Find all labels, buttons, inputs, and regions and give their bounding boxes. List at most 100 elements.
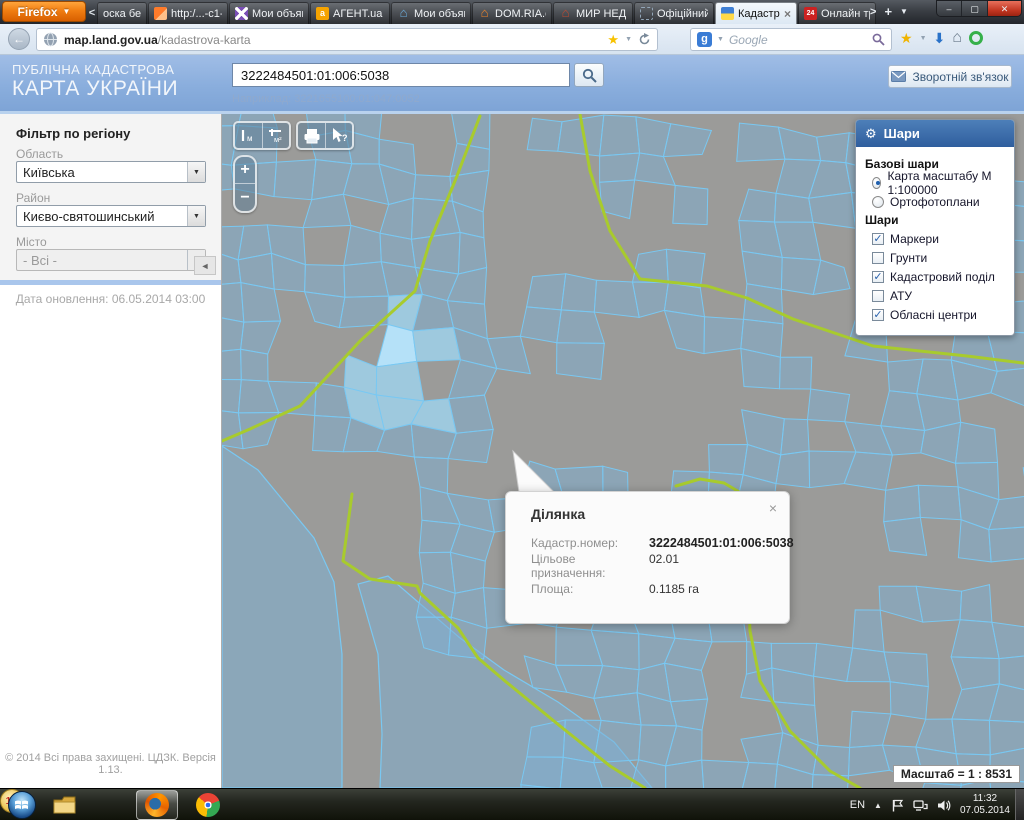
reload-icon[interactable] <box>638 33 651 46</box>
select-misto[interactable]: - Всі -▼ <box>16 249 206 271</box>
tab[interactable]: ⌂DOM.RIA.c... <box>472 2 552 24</box>
svg-text:?: ? <box>342 133 348 143</box>
checkbox-row[interactable]: ✓Маркери <box>872 231 1005 246</box>
new-tab-button[interactable]: + <box>884 4 892 19</box>
magnifier-icon[interactable] <box>872 33 885 46</box>
folder-icon <box>53 795 77 815</box>
tab[interactable]: 24Онлайн тра... <box>798 2 876 24</box>
tab-close-icon[interactable]: × <box>784 7 791 21</box>
action-center-flag-icon[interactable] <box>891 799 904 812</box>
chrome-taskbar-icon[interactable] <box>196 793 220 817</box>
tab[interactable]: http:/...-c1-t5 <box>148 2 228 24</box>
start-button[interactable] <box>8 791 36 819</box>
bookmarks-caret-icon[interactable]: ▼ <box>920 35 927 42</box>
measure-length-button[interactable]: м <box>235 123 262 148</box>
list-tabs-button[interactable]: ▼ <box>900 7 908 16</box>
tab[interactable]: оска бесп... <box>97 2 147 24</box>
layer-label: Обласні центри <box>890 308 977 322</box>
tab[interactable]: ⌂ Мои объяв... <box>391 2 471 24</box>
measure-area-button[interactable]: м² <box>262 123 289 148</box>
hidden-icons-button[interactable]: ▲ <box>874 801 882 810</box>
update-date-label: Дата оновлення: 06.05.2014 03:00 <box>0 292 221 306</box>
house-blue-icon: ⌂ <box>397 7 410 20</box>
tab[interactable]: Офіційний ... <box>634 2 714 24</box>
cadastral-search-button[interactable] <box>574 63 604 87</box>
url-bar[interactable]: map.land.gov.ua/kadastrova-karta ★ ▼ <box>36 28 658 51</box>
select-raion[interactable]: Києво-святошинський▼ <box>16 205 206 227</box>
popup-close-icon[interactable]: × <box>769 500 777 516</box>
radio-row[interactable]: Карта масштабу М 1:100000 <box>872 175 1005 190</box>
bookmarks-button[interactable]: ★ <box>900 30 913 47</box>
globe-icon <box>43 32 58 47</box>
radio-selected[interactable] <box>872 177 881 189</box>
checkbox-row[interactable]: АТУ <box>872 288 1005 303</box>
clock[interactable]: 11:32 07.05.2014 <box>960 793 1010 817</box>
house-orange-icon: ⌂ <box>478 7 491 20</box>
select-oblast[interactable]: Київська▼ <box>16 161 206 183</box>
checkbox-checked[interactable]: ✓ <box>872 233 884 245</box>
zoom-in-button[interactable]: + <box>235 157 255 184</box>
tools-purple-icon <box>235 7 248 20</box>
firefox-menu-button[interactable]: Firefox ▼ <box>2 1 86 22</box>
popup-row: Кадастр.номер:3222484501:01:006:5038 <box>531 536 779 550</box>
zoom-out-button[interactable]: − <box>235 184 255 211</box>
web-search-input[interactable]: g ▼ Google <box>690 28 892 51</box>
parcel-info-popup: Ділянка × Кадастр.номер:3222484501:01:00… <box>505 491 790 624</box>
radio[interactable] <box>872 196 884 208</box>
site-header: ПУБЛІЧНА КАДАСТРОВА КАРТА УКРАЇНИ 322248… <box>0 55 1024 111</box>
minimize-button[interactable]: – <box>937 1 961 17</box>
chevron-down-icon[interactable]: ▼ <box>187 206 205 226</box>
firefox-menu-label: Firefox <box>18 5 58 19</box>
close-button[interactable]: ✕ <box>987 1 1021 17</box>
tab[interactable]: ⌂МИР НЕДВ... <box>553 2 633 24</box>
tab-scroll-right-button[interactable]: > <box>870 6 876 18</box>
network-icon[interactable] <box>913 799 928 812</box>
url-text[interactable]: map.land.gov.ua/kadastrova-karta <box>64 33 601 47</box>
system-tray: EN ▲ 11:32 07.05.2014 <box>850 789 1024 820</box>
house-red-icon: ⌂ <box>559 7 572 20</box>
tab-active[interactable]: Кадастр...× <box>715 2 797 24</box>
tab[interactable]: aАГЕНТ.ua - ... <box>310 2 390 24</box>
cadastral-number-input[interactable]: 3222484501:01:006:5038 <box>232 63 570 87</box>
popup-row-label: Площа: <box>531 582 649 596</box>
print-button[interactable] <box>298 123 325 148</box>
checkbox-row[interactable]: ✓Кадастровий поділ <box>872 269 1005 284</box>
popup-row-label: Кадастр.номер: <box>531 536 649 550</box>
google-engine-icon[interactable]: g <box>697 32 712 47</box>
filter-title: Фільтр по регіону <box>16 126 130 141</box>
field-label: Місто <box>16 235 47 249</box>
home-button[interactable]: ⌂ <box>952 29 962 47</box>
filter-panel: Фільтр по регіону ОбластьКиївська▼РайонК… <box>0 114 221 280</box>
checkbox-checked[interactable]: ✓ <box>872 309 884 321</box>
chevron-down-icon[interactable]: ▼ <box>187 162 205 182</box>
tab-label: Мои объяв... <box>414 8 465 20</box>
popup-row-value: 02.01 <box>649 552 679 580</box>
tab[interactable]: Мои объяв... <box>229 2 309 24</box>
field-label: Район <box>16 191 50 205</box>
show-desktop-button[interactable] <box>1015 789 1024 820</box>
checkbox-row[interactable]: Грунти <box>872 250 1005 265</box>
feedback-button[interactable]: Зворотній зв'язок <box>888 65 1012 88</box>
downloads-button[interactable]: ⬇ <box>934 30 946 47</box>
bookmark-star-icon[interactable]: ★ <box>607 32 619 48</box>
explorer-taskbar-icon[interactable] <box>52 793 78 817</box>
map-scale-label: Масштаб = 1 : 8531 <box>893 765 1020 783</box>
firefox-taskbar-slot[interactable] <box>136 790 178 820</box>
checkbox-checked[interactable]: ✓ <box>872 271 884 283</box>
bookmark-caret-icon[interactable]: ▼ <box>625 36 632 43</box>
language-indicator[interactable]: EN <box>850 799 865 811</box>
agent-yellow-icon: a <box>316 7 329 20</box>
speaker-icon[interactable] <box>937 799 951 812</box>
dashed-icon <box>640 7 653 20</box>
identify-button[interactable]: ? <box>325 123 352 148</box>
back-button[interactable]: ← <box>8 28 30 50</box>
checkbox-row[interactable]: ✓ Обласні центри <box>872 307 1005 322</box>
checkbox[interactable] <box>872 290 884 302</box>
sidebar-collapse-button[interactable]: ◄ <box>194 256 216 275</box>
map-viewport[interactable]: м м² ? <box>222 114 1024 788</box>
addon-icon[interactable] <box>969 31 983 45</box>
checkbox[interactable] <box>872 252 884 264</box>
engine-caret-icon[interactable]: ▼ <box>717 36 724 43</box>
maximize-button[interactable]: ▢ <box>961 1 987 17</box>
layers-panel-header[interactable]: ⚙ Шари <box>856 120 1014 147</box>
